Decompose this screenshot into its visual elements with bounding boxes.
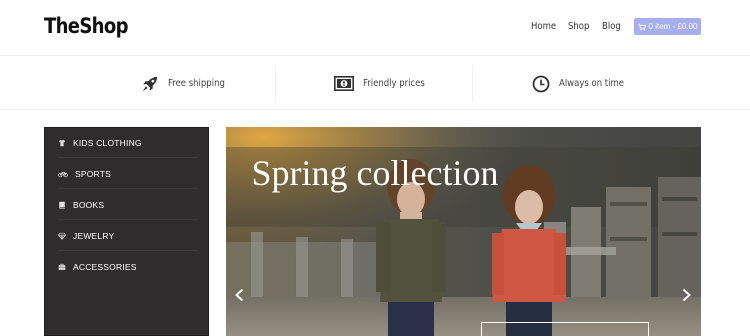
feature-label: Free shipping: [168, 78, 225, 89]
sidebar-item-books[interactable]: BOOKS: [58, 190, 198, 220]
rocket-icon: [142, 76, 158, 91]
nav-shop[interactable]: Shop: [568, 21, 589, 32]
money-icon: [334, 76, 354, 91]
feature-always-on-time: Always on time: [532, 57, 635, 110]
sidebar-item-jewelry[interactable]: JEWELRY: [58, 221, 198, 251]
briefcase-icon: [58, 263, 66, 270]
book-icon: [59, 201, 65, 209]
diamond-icon: [58, 232, 66, 240]
nav-home[interactable]: Home: [531, 21, 556, 32]
sidebar-item-label: BOOKS: [73, 199, 105, 210]
carousel-prev-arrow[interactable]: [233, 288, 247, 302]
carousel-next-arrow[interactable]: [679, 288, 693, 302]
nav-blog[interactable]: Blog: [602, 21, 621, 32]
feature-divider: [275, 65, 276, 102]
feature-free-shipping: Free shipping: [141, 57, 235, 110]
cart-label: 0 item - £0.00: [648, 22, 698, 31]
cart-icon: [637, 23, 646, 30]
hero-shop-button[interactable]: [481, 322, 649, 336]
features-bar: Free shipping Friendly prices Always on …: [0, 57, 750, 110]
shirt-icon: [58, 139, 66, 146]
sidebar-item-accessories[interactable]: ACCESSORIES: [58, 252, 198, 282]
clock-icon: [532, 75, 550, 92]
sidebar-item-label: JEWELRY: [73, 230, 115, 241]
feature-label: Friendly prices: [363, 78, 425, 89]
site-header: TheShop Home Shop Blog 0 item - £0.00: [0, 0, 750, 56]
cart-button[interactable]: 0 item - £0.00: [634, 18, 701, 35]
sidebar-item-label: ACCESSORIES: [73, 262, 137, 272]
feature-label: Always on time: [559, 78, 624, 89]
feature-divider: [472, 65, 473, 102]
feature-friendly-prices: Friendly prices: [334, 57, 436, 110]
sidebar-item-label: KIDS CLOTHING: [73, 137, 142, 148]
site-logo[interactable]: TheShop: [44, 14, 129, 38]
hero-title: Spring collection: [251, 153, 499, 193]
